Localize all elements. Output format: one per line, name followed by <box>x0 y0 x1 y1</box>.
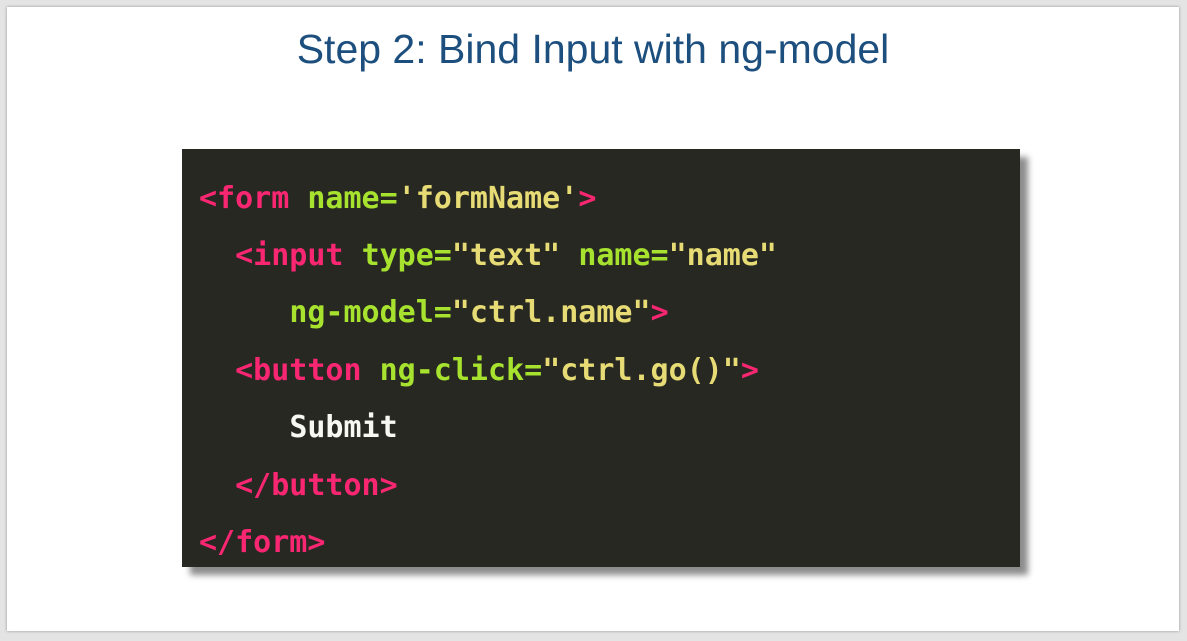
code-line-7: </form> <box>199 520 325 566</box>
code-attribute-token: ng-click= <box>379 353 543 388</box>
code-line-5: Submit <box>199 405 398 451</box>
code-block: <form name='formName'> <input type="text… <box>182 149 1020 567</box>
code-attribute-token: ng-model= <box>289 295 452 330</box>
code-line-2: <input type="text" name="name" <box>199 233 777 279</box>
code-tag-token: </button> <box>235 468 398 503</box>
code-tag-token: </form> <box>199 525 326 560</box>
code-tag-token: <form <box>199 181 290 216</box>
code-tag-token: <input <box>235 238 344 273</box>
code-string-token: "text" <box>451 238 561 273</box>
code-tag-token: > <box>740 353 759 388</box>
code-tag-token: > <box>650 295 669 330</box>
slide-title: Step 2: Bind Input with ng-model <box>296 26 890 72</box>
slide: Step 2: Bind Input with ng-model <form n… <box>7 7 1179 631</box>
code-text-token: Submit <box>289 410 398 445</box>
code-line-1: <form name='formName'> <box>199 176 596 222</box>
code-string-token: "ctrl.name" <box>451 295 651 330</box>
code-attribute-token: type= <box>361 238 452 273</box>
code-tag-token: <button <box>235 353 362 388</box>
code-string-token: "ctrl.go()" <box>542 353 741 388</box>
code-attribute-token: name= <box>307 181 398 216</box>
code-attribute-token: name= <box>578 238 669 273</box>
code-line-6: </button> <box>199 463 398 509</box>
code-string-token: 'formName' <box>397 181 579 216</box>
code-string-token: "name" <box>668 238 777 273</box>
code-line-3: ng-model="ctrl.name"> <box>199 290 669 336</box>
code-line-4: <button ng-click="ctrl.go()"> <box>199 348 759 394</box>
code-tag-token: > <box>578 181 597 216</box>
